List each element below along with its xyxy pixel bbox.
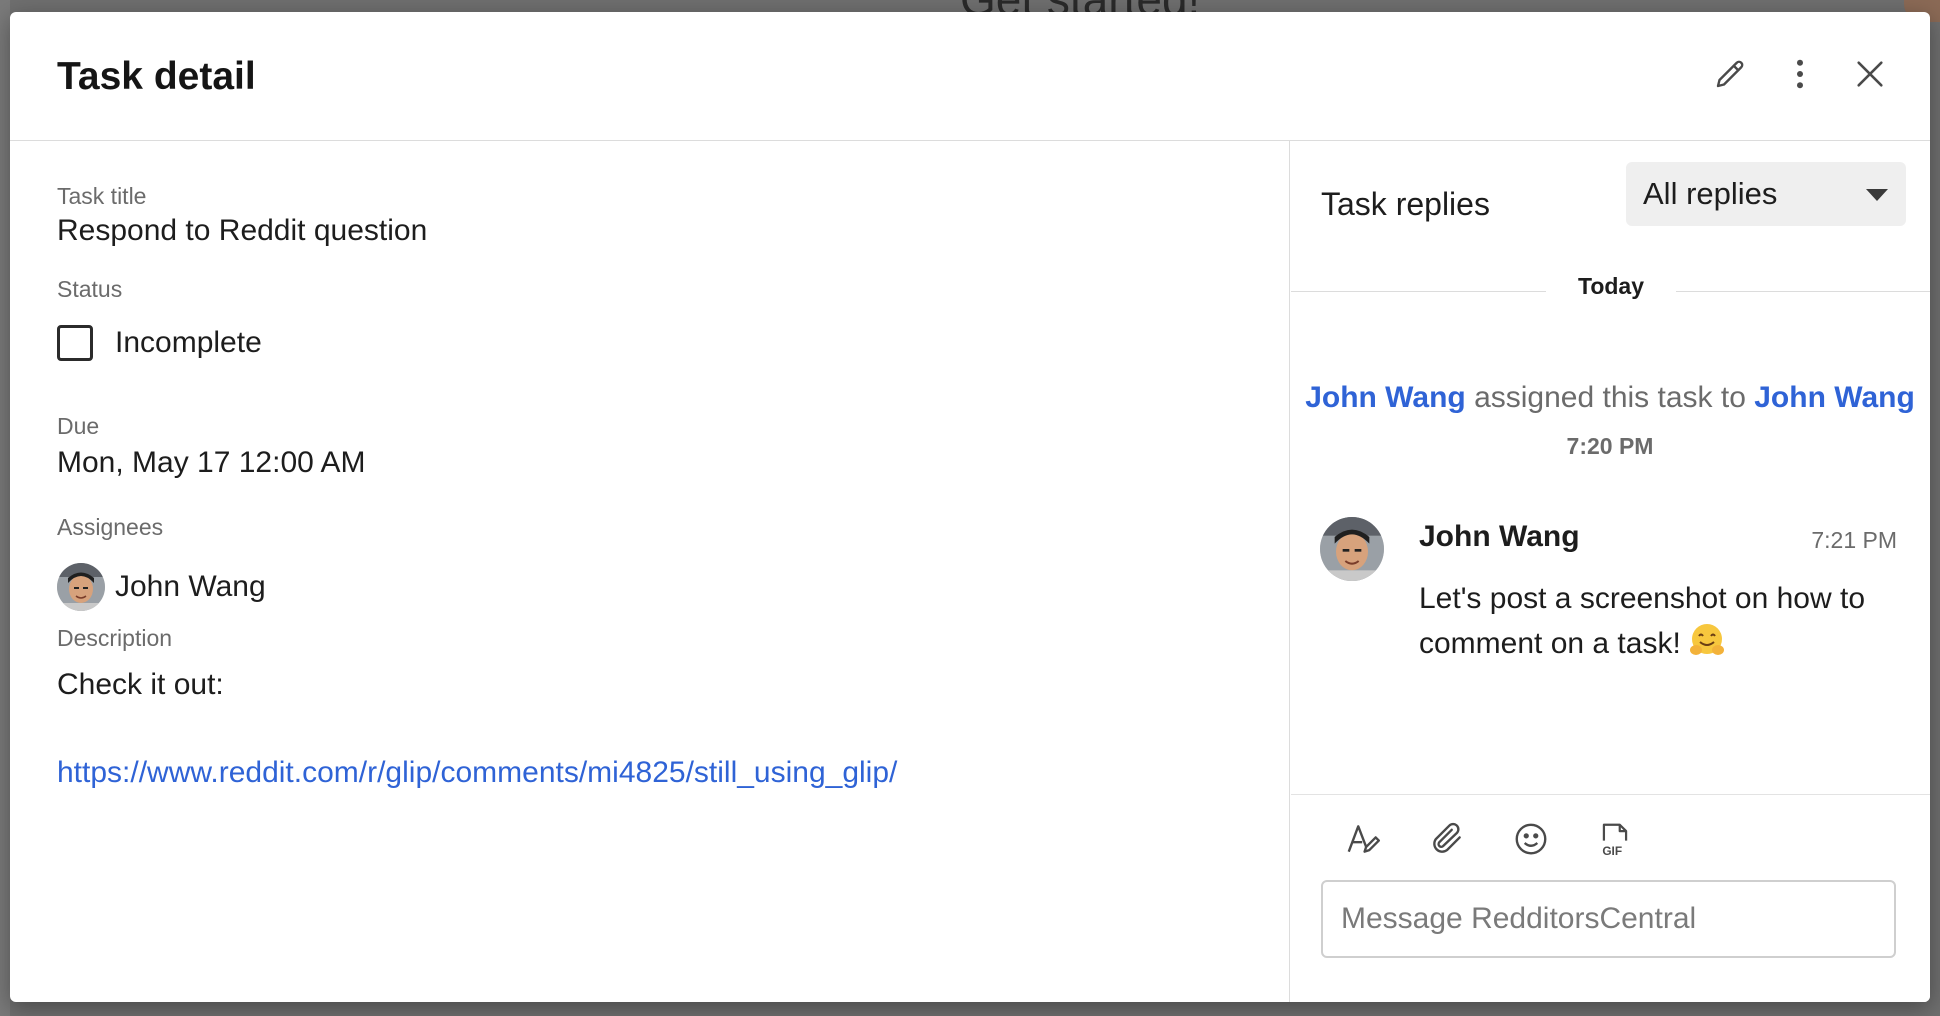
task-title-value: Respond to Reddit question bbox=[57, 214, 428, 247]
status-label: Status bbox=[57, 276, 123, 302]
modal-title: Task detail bbox=[57, 55, 256, 98]
system-event-time: 7:20 PM bbox=[1566, 433, 1654, 459]
hugging-face-emoji-icon bbox=[1689, 624, 1724, 655]
gif-icon: GIF bbox=[1602, 823, 1628, 858]
description-label: Description bbox=[57, 625, 173, 651]
pencil-icon bbox=[1716, 60, 1744, 88]
emoji-icon bbox=[1515, 823, 1547, 855]
event-target-link[interactable]: John Wang bbox=[1754, 381, 1915, 414]
more-vertical-icon bbox=[1797, 59, 1803, 89]
task-detail-modal: Task detail Task title Respond to Reddit… bbox=[10, 12, 1930, 1002]
post-avatar[interactable] bbox=[1320, 517, 1384, 581]
description-link[interactable]: https://www.reddit.com/r/glip/comments/m… bbox=[57, 756, 897, 790]
background-app-edge bbox=[0, 0, 10, 1016]
assignee-name: John Wang bbox=[115, 570, 266, 603]
post-text: Let's post a screenshot on how to commen… bbox=[1419, 582, 1866, 660]
assignees-label: Assignees bbox=[57, 514, 164, 540]
close-icon bbox=[1857, 61, 1883, 87]
svg-text:GIF: GIF bbox=[1602, 844, 1622, 858]
post-author[interactable]: John Wang bbox=[1419, 520, 1580, 554]
status-value: Incomplete bbox=[115, 326, 262, 359]
replies-title: Task replies bbox=[1321, 186, 1490, 222]
message-input[interactable] bbox=[1321, 880, 1896, 958]
task-replies-panel: Task replies All replies Today John Wang… bbox=[1291, 141, 1930, 1002]
task-fields-panel: Task title Respond to Reddit question St… bbox=[10, 141, 1290, 1002]
attach-file-button[interactable] bbox=[1425, 817, 1469, 861]
event-action-text: assigned this task to bbox=[1474, 381, 1746, 414]
message-composer: GIF bbox=[1291, 794, 1930, 1002]
post-body: Let's post a screenshot on how to commen… bbox=[1419, 577, 1889, 666]
composer-toolbar: GIF bbox=[1341, 817, 1637, 861]
status-checkbox[interactable] bbox=[57, 325, 93, 361]
close-button[interactable] bbox=[1850, 54, 1890, 94]
caret-down-icon bbox=[1866, 189, 1888, 201]
text-format-button[interactable] bbox=[1341, 817, 1385, 861]
event-actor-link[interactable]: John Wang bbox=[1305, 381, 1466, 414]
header-actions bbox=[1710, 54, 1890, 94]
date-divider-label: Today bbox=[1546, 273, 1676, 300]
attachment-icon bbox=[1433, 822, 1461, 853]
emoji-button[interactable] bbox=[1509, 817, 1553, 861]
edit-button[interactable] bbox=[1710, 54, 1750, 94]
replies-filter-value: All replies bbox=[1643, 176, 1778, 211]
text-format-icon bbox=[1347, 825, 1381, 853]
description-text: Check it out: bbox=[57, 668, 224, 701]
replies-filter-dropdown[interactable]: All replies bbox=[1626, 162, 1906, 226]
task-title-label: Task title bbox=[57, 183, 147, 209]
status-row: Incomplete bbox=[57, 325, 262, 361]
system-event-message: John Wang assigned this task to John Wan… bbox=[1291, 381, 1929, 415]
gif-button[interactable]: GIF bbox=[1593, 817, 1637, 861]
modal-header: Task detail bbox=[10, 12, 1930, 141]
post-time: 7:21 PM bbox=[1811, 527, 1897, 553]
more-options-button[interactable] bbox=[1780, 54, 1820, 94]
due-value: Mon, May 17 12:00 AM bbox=[57, 446, 366, 479]
assignee-item[interactable]: John Wang bbox=[57, 563, 266, 611]
due-label: Due bbox=[57, 413, 100, 439]
avatar bbox=[57, 563, 105, 611]
